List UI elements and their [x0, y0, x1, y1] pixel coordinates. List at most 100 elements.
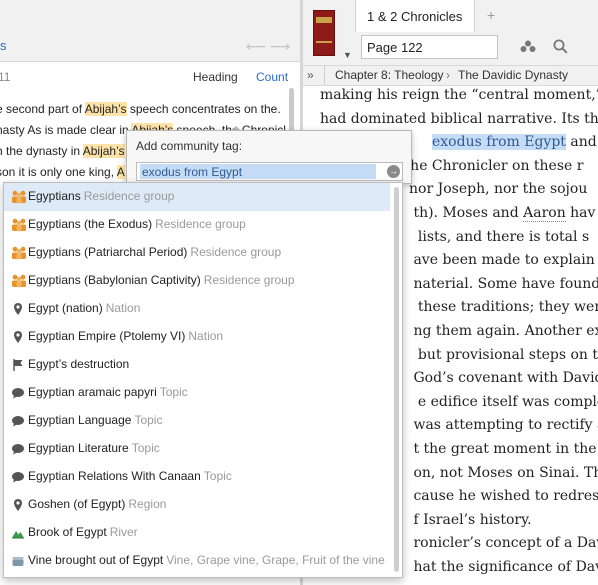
forward-arrow-icon[interactable]: ⟶: [270, 38, 290, 55]
suggestion-item[interactable]: Egypt (nation) Nation: [4, 295, 390, 323]
users-icon[interactable]: [520, 40, 536, 57]
suggestion-name: Egyptian Literature Topic: [28, 441, 160, 455]
suggestion-item[interactable]: Brook of Egypt River: [4, 519, 390, 547]
back-arrow-icon[interactable]: ⟵: [246, 38, 266, 55]
suggestion-type: Topic: [203, 469, 232, 483]
document-toolbar: ▼ 1 & 2 Chronicles +: [303, 0, 598, 66]
suggestion-type: Topic: [131, 441, 160, 455]
linked-term[interactable]: Aaron: [523, 204, 566, 222]
suggestion-label: Egyptian Relations With Canaan: [28, 469, 201, 483]
vine-icon: [11, 554, 25, 568]
suggestion-type: Residence group: [190, 245, 282, 259]
text-run: had dominated biblical narrative. Its th…: [320, 110, 598, 127]
highlighted-term[interactable]: Abijah’s: [82, 144, 125, 158]
breadcrumb-chapter[interactable]: Chapter 8: Theology: [335, 68, 444, 82]
group-icon: [11, 190, 26, 204]
suggestion-type: River: [109, 525, 138, 539]
suggestion-name: Egyptian Language Topic: [28, 413, 162, 427]
tab-1-2-chronicles[interactable]: 1 & 2 Chronicles: [355, 0, 475, 32]
add-community-tag-popup: Add community tag: →: [126, 130, 412, 184]
suggestion-label: Egyptian Empire (Ptolemy VI): [28, 329, 186, 343]
text-run: speech concentrates on the.: [126, 102, 281, 116]
tag-search-field[interactable]: →: [136, 162, 403, 181]
breadcrumb-section[interactable]: The Davidic Dynasty: [458, 68, 568, 82]
suggestion-item[interactable]: Egyptian Empire (Ptolemy VI) Nation: [4, 323, 390, 351]
location-pin-icon: [11, 302, 25, 316]
suggestion-item[interactable]: Egyptians Residence group: [4, 183, 390, 211]
suggestion-name: Goshen (of Egypt) Region: [28, 497, 166, 511]
text-run: and th: [570, 134, 597, 151]
search-icon[interactable]: [553, 39, 568, 57]
suggestion-type: Nation: [188, 329, 224, 343]
suggestion-label: Egyptians: [28, 189, 81, 203]
suggestion-label: Egyptians (Patriarchal Period): [28, 245, 188, 259]
suggestion-name: Egyptians Residence group: [28, 189, 174, 203]
group-icon: [11, 246, 26, 260]
text-run: h the dynasty in: [0, 144, 83, 158]
suggestion-type: Topic: [159, 385, 188, 399]
suggestion-item[interactable]: Vine brought out of Egypt Vine, Grape vin…: [4, 547, 390, 575]
suggestion-label: Vine brought out of Egypt: [28, 553, 164, 567]
suggestion-label: Brook of Egypt: [28, 525, 107, 539]
suggestion-item[interactable]: Egyptians (Babylonian Captivity) Residenc…: [4, 267, 390, 295]
page-reference-field[interactable]: [361, 35, 498, 59]
book-cover-thumbnail[interactable]: [313, 10, 335, 56]
suggestion-item[interactable]: Egyptian Literature Topic: [4, 435, 390, 463]
expand-panel-icon[interactable]: »: [307, 68, 314, 82]
suggestion-label: Egyptian Literature: [28, 441, 129, 455]
popup-title: Add community tag:: [136, 139, 243, 153]
suggestion-item[interactable]: Goshen (of Egypt) Region: [4, 491, 390, 519]
suggestion-name: Egypt’s destruction: [28, 357, 129, 371]
suggestion-label: Egyptians (Babylonian Captivity): [28, 273, 201, 287]
text-run: nasty As is made clear in: [0, 123, 132, 137]
highlighted-term[interactable]: Abijah’s: [84, 102, 127, 116]
text-run: e second part of: [0, 102, 85, 116]
right-text-line: making his reign the “central moment,”: [320, 84, 598, 108]
count-toggle[interactable]: Count: [256, 70, 288, 84]
add-tab-button[interactable]: +: [487, 7, 495, 23]
highlighted-term[interactable]: A: [116, 165, 125, 179]
breadcrumb: » Chapter 8: Theology › The Davidic Dyna…: [303, 66, 598, 86]
suggestion-type: Region: [128, 497, 167, 511]
location-pin-icon: [11, 498, 25, 512]
suggestion-scrollbar[interactable]: [394, 187, 400, 572]
suggestion-item[interactable]: Egyptian aramaic papyri Topic: [4, 379, 390, 407]
heading-toggle[interactable]: Heading: [193, 70, 238, 84]
text-run: son it is only one king,: [0, 165, 117, 179]
topic-bubble-icon: [11, 414, 25, 428]
suggestion-name: Brook of Egypt River: [28, 525, 138, 539]
suggestion-item[interactable]: Egyptian Language Topic: [4, 407, 390, 435]
left-toolbar-link[interactable]: s: [0, 38, 7, 53]
suggestion-name: Egyptian Empire (Ptolemy VI) Nation: [28, 329, 223, 343]
suggestion-name: Egyptians (the Exodus) Residence group: [28, 217, 246, 231]
tag-search-input[interactable]: [140, 164, 376, 179]
suggestion-name: Egyptian Relations With Canaan Topic: [28, 469, 232, 483]
suggestion-type: Residence group: [83, 189, 175, 203]
location-pin-icon: [11, 330, 25, 344]
page-reference-input[interactable]: [362, 36, 497, 58]
tab-label: 1 & 2 Chronicles: [367, 9, 463, 24]
suggestion-label: Egypt’s destruction: [28, 357, 130, 371]
suggestion-type: Residence group: [155, 217, 246, 231]
right-text-line: had dominated biblical narrative. Its th…: [320, 108, 598, 132]
suggestion-name: Egypt (nation) Nation: [28, 301, 140, 315]
suggestion-item[interactable]: Egyptians (the Exodus) Residence group: [4, 211, 390, 239]
cover-menu-arrow-icon[interactable]: ▼: [343, 50, 352, 60]
tag-suggestion-list: Egyptians Residence group Egyptians (the E…: [3, 182, 403, 578]
selected-text[interactable]: exodus from Egypt: [432, 134, 566, 151]
group-icon: [11, 274, 26, 288]
suggestion-item[interactable]: Egyptian Relations With Canaan Topic: [4, 463, 390, 491]
suggestion-item[interactable]: Egypt’s destruction: [4, 351, 390, 379]
suggestion-label: Egypt (nation): [28, 301, 103, 315]
text-run: making his reign the “central moment,”: [320, 87, 598, 103]
topic-bubble-icon: [11, 470, 25, 484]
submit-arrow-icon[interactable]: →: [387, 165, 400, 178]
suggestion-item[interactable]: Egyptians (Patriarchal Period) Residence …: [4, 239, 390, 267]
suggestion-type: Nation: [105, 301, 141, 315]
suggestion-name: Egyptians (Patriarchal Period) Residence …: [28, 245, 281, 259]
group-icon: [11, 218, 26, 232]
suggestion-type: Vine, Grape vine, Grape, Fruit of the vi…: [166, 553, 385, 567]
flag-icon: [11, 358, 25, 372]
left-subbar: 11 Heading Count: [0, 64, 300, 90]
left-result-number: 11: [0, 70, 11, 84]
